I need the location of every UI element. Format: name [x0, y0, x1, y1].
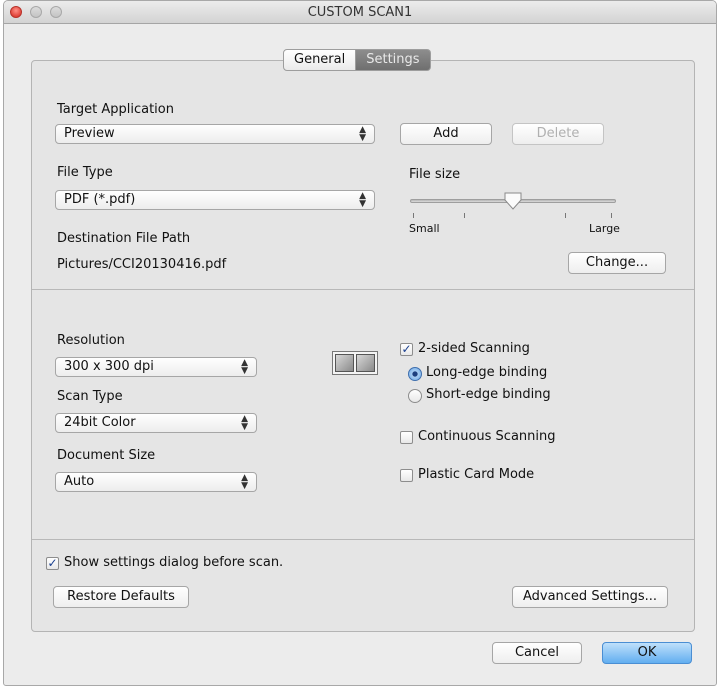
two-sided-label: 2-sided Scanning — [418, 341, 530, 356]
target-application-value: Preview — [64, 126, 115, 141]
slider-thumb-icon[interactable] — [503, 192, 523, 210]
popup-arrows-icon: ▲ ▼ — [241, 473, 248, 491]
slider-tick — [413, 213, 414, 218]
popup-arrows-icon: ▲ ▼ — [241, 358, 248, 376]
two-sided-checkbox[interactable]: ✓ — [400, 343, 413, 356]
file-size-label: File size — [409, 167, 461, 182]
change-path-button[interactable]: Change... — [568, 252, 666, 274]
target-application-label: Target Application — [57, 102, 174, 117]
resolution-value: 300 x 300 dpi — [64, 359, 154, 374]
file-type-select[interactable]: PDF (*.pdf) ▲ ▼ — [55, 190, 375, 210]
file-size-max-label: Large — [589, 222, 620, 235]
target-application-select[interactable]: Preview ▲ ▼ — [55, 124, 375, 144]
tab-bar: General Settings — [283, 49, 431, 71]
section-divider — [32, 289, 694, 290]
plastic-card-checkbox[interactable] — [400, 469, 413, 482]
plastic-card-label: Plastic Card Mode — [418, 467, 535, 482]
scan-type-select[interactable]: 24bit Color ▲ ▼ — [55, 413, 257, 433]
window-title: CUSTOM SCAN1 — [307, 5, 413, 20]
scan-type-value: 24bit Color — [64, 415, 136, 430]
add-button[interactable]: Add — [400, 123, 492, 145]
ok-button[interactable]: OK — [602, 642, 692, 664]
file-type-label: File Type — [57, 165, 113, 180]
short-edge-label: Short-edge binding — [426, 387, 551, 402]
resolution-label: Resolution — [57, 333, 125, 348]
delete-button[interactable]: Delete — [512, 123, 604, 145]
destination-path: Pictures/CCI20130416.pdf — [57, 257, 227, 272]
duplex-scan-icon — [332, 351, 378, 375]
continuous-scanning-label: Continuous Scanning — [418, 429, 556, 444]
long-edge-radio[interactable] — [408, 367, 422, 381]
slider-tick — [464, 213, 465, 218]
document-size-select[interactable]: Auto ▲ ▼ — [55, 472, 257, 492]
cancel-button[interactable]: Cancel — [492, 642, 582, 664]
slider-tick — [565, 213, 566, 218]
file-type-value: PDF (*.pdf) — [64, 192, 136, 207]
document-size-value: Auto — [64, 474, 95, 489]
page-back-icon — [356, 354, 375, 372]
continuous-scanning-checkbox[interactable] — [400, 431, 413, 444]
document-size-label: Document Size — [57, 448, 156, 463]
tab-settings[interactable]: Settings — [356, 49, 431, 71]
scan-type-label: Scan Type — [57, 389, 123, 404]
short-edge-radio[interactable] — [408, 389, 422, 403]
tab-general[interactable]: General — [283, 49, 357, 71]
page-front-icon — [335, 354, 354, 372]
long-edge-label: Long-edge binding — [426, 365, 548, 380]
settings-panel: Target Application Preview ▲ ▼ Add Delete… — [31, 60, 695, 632]
file-size-min-label: Small — [409, 222, 440, 235]
popup-arrows-icon: ▲ ▼ — [241, 414, 248, 432]
popup-arrows-icon: ▲ ▼ — [359, 125, 366, 143]
section-divider — [32, 539, 694, 540]
title-bar: CUSTOM SCAN1 — [4, 1, 716, 24]
advanced-settings-button[interactable]: Advanced Settings... — [512, 586, 668, 608]
show-dialog-label: Show settings dialog before scan. — [64, 555, 284, 570]
popup-arrows-icon: ▲ ▼ — [359, 191, 366, 209]
destination-label: Destination File Path — [57, 231, 191, 246]
dialog-window: CUSTOM SCAN1 General Settings Target App… — [3, 0, 717, 686]
show-dialog-checkbox[interactable]: ✓ — [46, 557, 59, 570]
restore-defaults-button[interactable]: Restore Defaults — [53, 586, 189, 608]
resolution-select[interactable]: 300 x 300 dpi ▲ ▼ — [55, 357, 257, 377]
slider-tick — [611, 213, 612, 218]
